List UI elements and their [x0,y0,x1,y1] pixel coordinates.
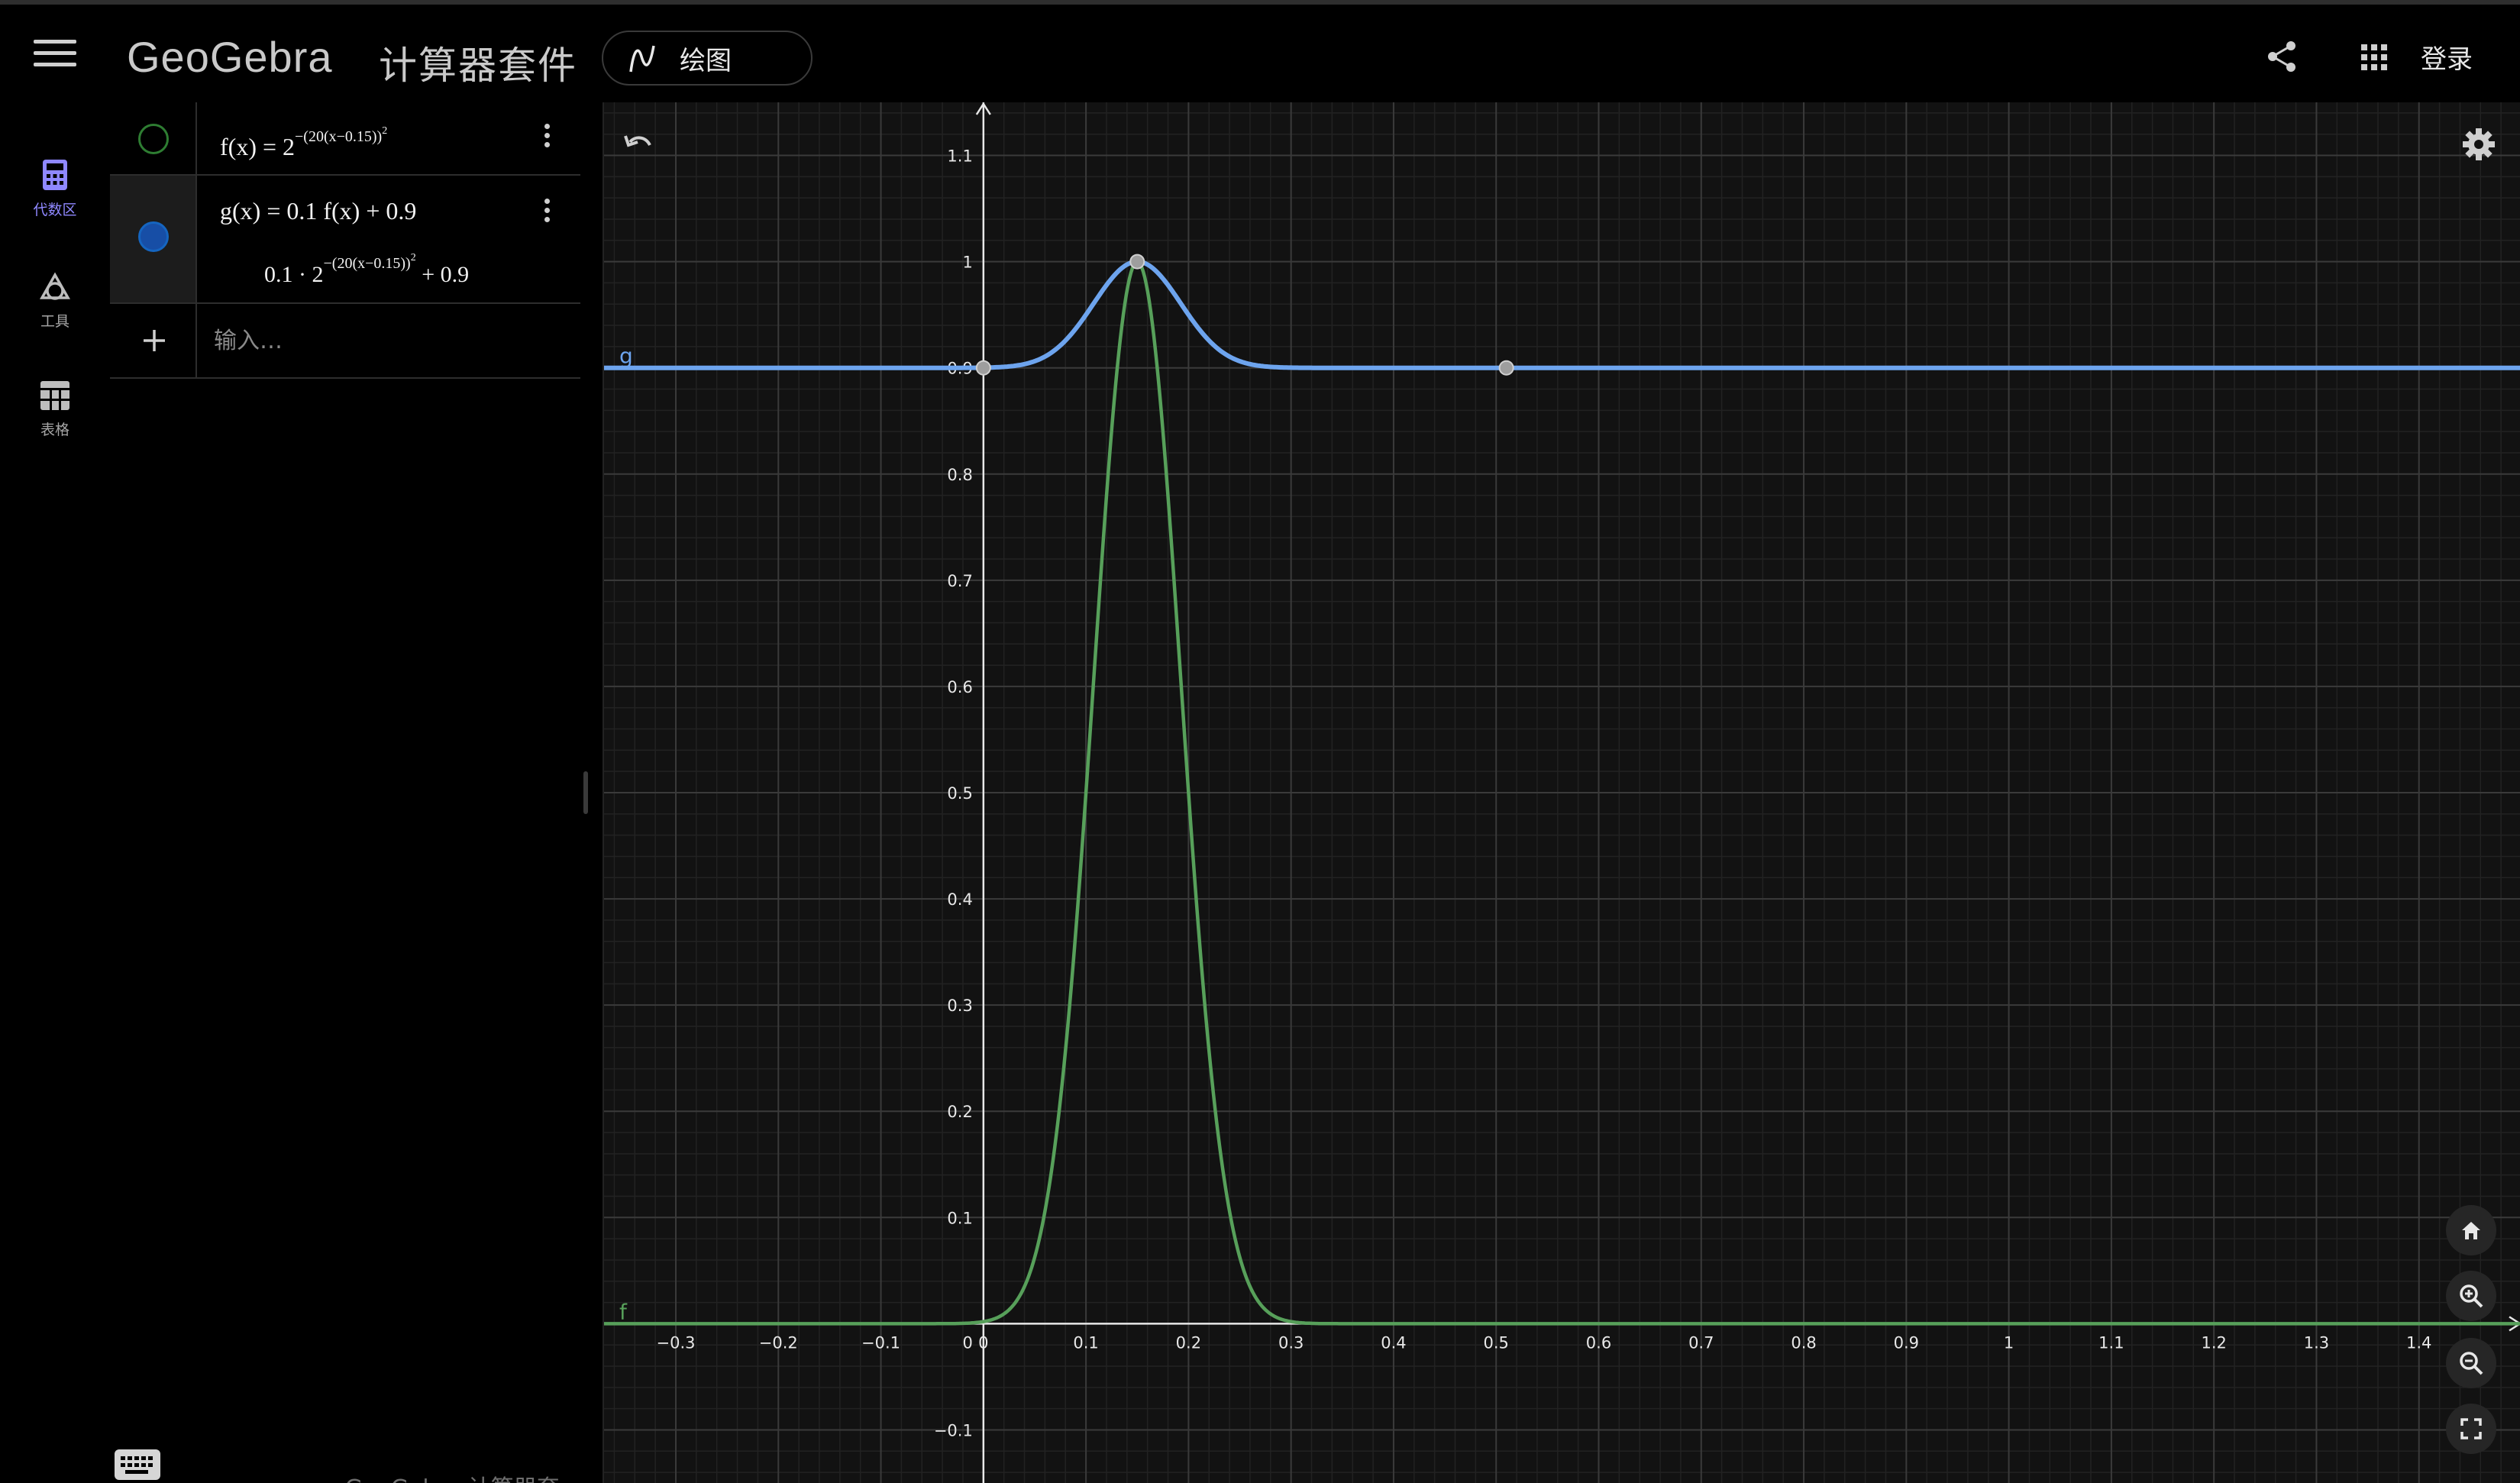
marble-column [110,102,197,174]
x-tick-label: −0.2 [759,1333,798,1352]
zoom-out-button[interactable] [2446,1338,2496,1388]
undo-icon[interactable] [619,125,657,163]
nav-item-tools[interactable]: 工具 [0,270,110,331]
footer-brand-text: GeoGebra 计算器套件 [345,1469,580,1483]
nav-label-tools: 工具 [40,313,69,330]
y-tick-label: 0.3 [947,997,972,1015]
app-switch-button[interactable]: 绘图 [602,31,813,86]
y-tick-label: 0.4 [947,890,972,909]
nav-label-algebra: 代数区 [33,202,77,218]
visibility-marble-f[interactable] [138,124,169,154]
app-switch-label: 绘图 [680,45,732,76]
formula-f-exponent: −(20(x−0.15))2 [295,125,388,145]
x-tick-label: 0.1 [1073,1333,1098,1352]
formula-g-output-suffix: + 0.9 [415,262,470,287]
keyboard-keys [121,1456,153,1474]
y-tick-label: 0.6 [947,678,972,696]
home-icon [2462,1222,2480,1239]
x-tick-label: 0.8 [1791,1333,1816,1352]
apps-grid-icon[interactable] [2361,44,2387,70]
x-tick-label: 0.2 [1176,1333,1201,1352]
curve-label-g: g [619,344,633,369]
x-tick-label: 1.4 [2406,1333,2431,1352]
origin-label: 0 [962,1333,972,1352]
x-tick-label: −0.3 [656,1333,695,1352]
y-tick-label: 0.8 [947,466,972,484]
x-tick-label: −0.1 [861,1333,900,1352]
x-tick-label: 0 [978,1333,988,1352]
zoom-in-button[interactable] [2446,1271,2496,1321]
geogebra-logo: GeoGebra [127,24,333,89]
nav-item-table[interactable]: 表格 [0,380,110,439]
x-tick-label: 0.6 [1586,1333,1611,1352]
suite-title: 计算器套件 [379,44,577,88]
y-tick-label: 0.2 [947,1103,972,1121]
more-options-icon-g[interactable] [531,199,562,232]
x-tick-label: 1.2 [2201,1333,2226,1352]
graph-point [975,360,991,376]
top-bar: GeoGebra 计算器套件 绘图 登录 [0,0,2520,102]
curve-label-f: f [619,1299,628,1324]
menu-icon[interactable] [34,40,76,73]
calculator-icon [43,160,67,190]
y-tick-label: 1.1 [947,147,972,166]
fullscreen-icon [2460,1418,2482,1439]
marble-column [110,176,197,302]
left-nav: 代数区 工具 表格 [0,102,110,1483]
visibility-marble-g[interactable] [138,221,169,252]
graph-point [1129,254,1145,270]
formula-g-output-prefix: 0.1 · 2 [264,262,324,287]
tools-icon [39,272,71,300]
formula-f-base: f(x) = 2 [220,133,296,160]
formula-g-output: 0.1 · 2−(20(x−0.15))2 + 0.9 [264,252,469,288]
graph-canvas[interactable]: −0.3 −0.2 −0.1 0 0.1 0.2 0.3 0.4 0.5 0.6 0.7 0.8 0.9… [604,102,2520,1483]
x-tick-label: 1.1 [2098,1333,2124,1352]
graph-point [1498,360,1514,376]
x-tick-label: 0.3 [1278,1333,1304,1352]
y-tick-label: −0.1 [934,1421,973,1439]
x-tick-label: 0.4 [1381,1333,1406,1352]
y-tick-label: 1 [962,254,972,272]
algebra-row-f[interactable]: f(x) = 2−(20(x−0.15))2 [110,102,580,176]
keyboard-icon[interactable] [115,1449,160,1480]
login-button[interactable]: 登录 [2421,38,2473,76]
more-options-icon-f[interactable] [531,124,562,157]
formula-f[interactable]: f(x) = 2−(20(x−0.15))2 [220,125,387,161]
plus-icon[interactable] [141,327,168,354]
home-button[interactable] [2446,1205,2496,1255]
nav-label-table: 表格 [40,422,69,438]
formula-g-output-exponent: −(20(x−0.15))2 [323,252,416,272]
zoom-in-icon [2460,1284,2483,1308]
logo-text: GeoGebra [127,32,333,81]
zoom-out-icon [2460,1352,2483,1375]
curve-g [604,259,2520,370]
graphics-view[interactable]: −0.3 −0.2 −0.1 0 0.1 0.2 0.3 0.4 0.5 0.6 0.7 0.8 0.9… [603,102,2520,1483]
x-tick-label: 1.3 [2304,1333,2329,1352]
algebra-input-field[interactable] [214,319,565,362]
nav-item-algebra[interactable]: 代数区 [0,159,110,219]
algebra-row-g[interactable]: g(x) = 0.1 f(x) + 0.9 0.1 · 2−(20(x−0.15… [110,176,580,304]
panel-resize-handle[interactable] [583,771,588,814]
share-icon[interactable] [2265,40,2299,73]
footer-brand: GeoGebra 计算器套件 [301,1469,580,1483]
table-icon [40,381,69,410]
formula-g-definition[interactable]: g(x) = 0.1 f(x) + 0.9 [220,197,416,225]
y-tick-label: 0.1 [947,1209,972,1227]
fullscreen-button[interactable] [2446,1404,2496,1454]
formula-g-output-exponent-text: −(20(x−0.15)) [323,255,411,272]
formula-g-output-exponent-power: 2 [410,252,416,263]
algebra-view: f(x) = 2−(20(x−0.15))2 g(x) = 0.1 f(x) +… [110,102,580,1483]
x-tick-label: 0.5 [1484,1333,1509,1352]
y-tick-label: 0.5 [947,784,972,803]
y-tick-label: 0.7 [947,572,972,590]
x-tick-label: 0.9 [1894,1333,1919,1352]
formula-f-exponent-power: 2 [382,125,388,137]
x-tick-label: 0.7 [1688,1333,1714,1352]
graphing-icon [629,45,655,73]
settings-gear-icon[interactable] [2460,125,2498,163]
algebra-input-row [110,304,580,379]
formula-f-exponent-text: −(20(x−0.15)) [295,128,383,145]
marble-column [110,304,197,377]
x-tick-label: 1 [2004,1333,2014,1352]
